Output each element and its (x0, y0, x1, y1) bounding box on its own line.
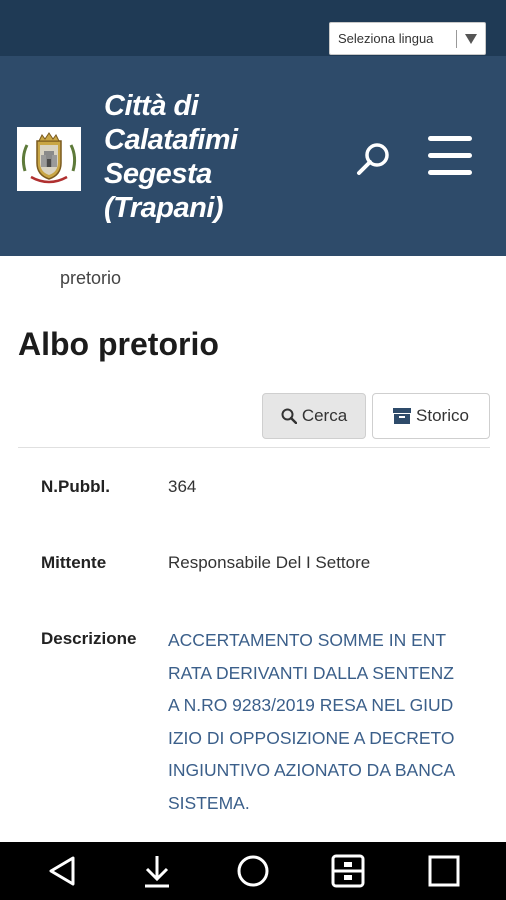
field-value: 364 (168, 477, 197, 496)
archive-icon (393, 408, 412, 424)
breadcrumb[interactable]: pretorio (60, 268, 121, 289)
site-title-line: Calatafimi (104, 124, 238, 156)
site-title-line: Segesta (104, 158, 212, 190)
municipal-crest-logo[interactable] (17, 127, 81, 191)
divider (18, 447, 490, 448)
field-value: Responsabile Del I Settore (168, 553, 371, 572)
field-label: Descrizione (41, 629, 137, 648)
hamburger-menu-icon[interactable] (426, 134, 474, 178)
top-bar: Seleziona lingua (0, 0, 506, 56)
download-icon[interactable] (139, 853, 175, 889)
site-title-line: Città di (104, 90, 199, 122)
back-icon[interactable] (44, 853, 80, 889)
field-label: N.Pubbl. (41, 477, 110, 496)
description-link[interactable]: ACCERTAMENTO SOMME IN ENTRATA DERIVANTI … (168, 624, 458, 819)
history-button-label: Storico (416, 406, 469, 425)
multitask-icon[interactable] (330, 853, 366, 889)
search-button-label: Cerca (301, 406, 348, 425)
dropdown-arrow-icon[interactable] (457, 33, 485, 45)
site-title-line: (Trapani) (104, 192, 224, 224)
search-button[interactable]: Cerca (262, 393, 366, 439)
android-navigation-bar (0, 842, 506, 900)
history-button[interactable]: Storico (372, 393, 490, 439)
language-selector-label: Seleziona lingua (338, 31, 434, 46)
search-icon[interactable] (354, 140, 394, 180)
home-icon[interactable] (235, 853, 271, 889)
search-icon (281, 408, 297, 424)
site-title[interactable]: Città di Calatafimi Segesta (Trapani) (104, 89, 274, 225)
page-title: Albo pretorio (18, 326, 219, 362)
field-label: Mittente (41, 553, 107, 572)
recent-apps-icon[interactable] (426, 853, 462, 889)
site-header: Città di Calatafimi Segesta (Trapani) (0, 56, 506, 256)
language-selector[interactable]: Seleziona lingua (329, 22, 486, 55)
